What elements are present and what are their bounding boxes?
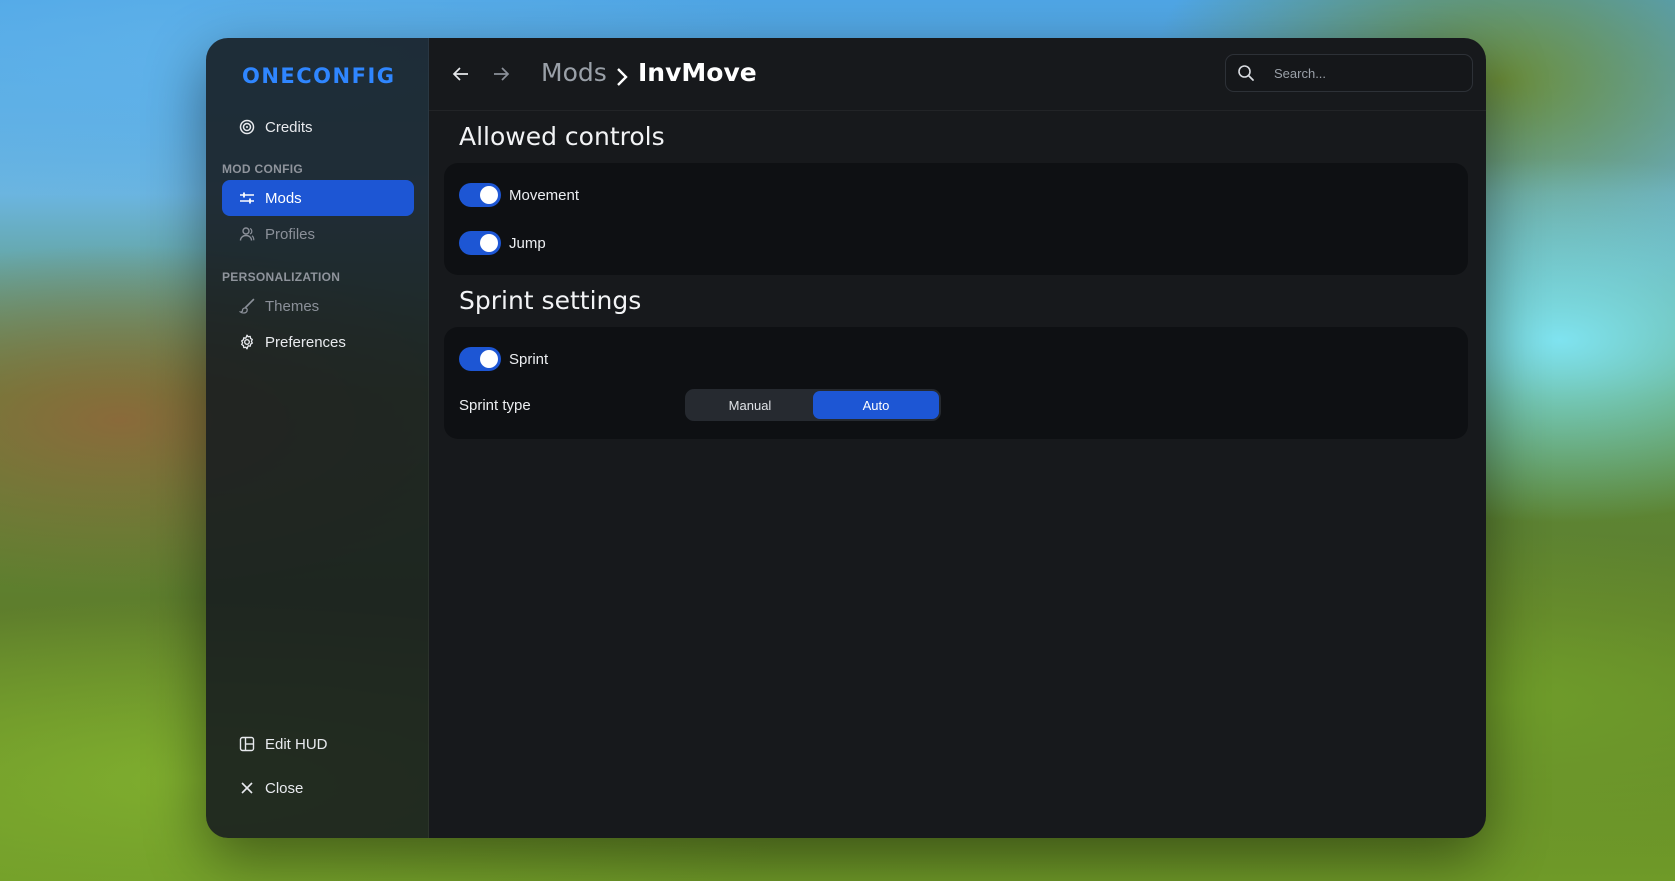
main-panel: Mods InvMove Allowed controls Movement J… [429, 38, 1486, 838]
arrow-right-icon [494, 67, 510, 81]
search-icon [1235, 62, 1257, 84]
user-icon [238, 225, 256, 243]
sprint-type-option-auto[interactable]: Auto [813, 391, 939, 419]
close-icon [238, 779, 256, 797]
toggle-row-movement: Movement [459, 183, 579, 207]
back-button[interactable] [449, 62, 473, 86]
sidebar-item-label: Edit HUD [265, 735, 328, 753]
topbar: Mods InvMove [429, 38, 1486, 111]
sidebar-item-themes[interactable]: Themes [222, 288, 414, 324]
section-label-personalization: PERSONALIZATION [222, 270, 341, 284]
sprint-type-option-manual[interactable]: Manual [687, 391, 813, 419]
arrow-left-icon [452, 67, 468, 81]
edit-hud-button[interactable]: Edit HUD [222, 726, 414, 762]
sidebar-item-preferences[interactable]: Preferences [222, 324, 414, 360]
toggle-label: Jump [509, 234, 546, 252]
chevron-right-icon [615, 64, 629, 93]
toggle-row-sprint: Sprint [459, 347, 548, 371]
oneconfig-logo: ONECONFIG [242, 64, 396, 88]
sidebar-item-label: Preferences [265, 333, 346, 351]
gear-icon [238, 333, 256, 351]
sidebar-item-profiles[interactable]: Profiles [222, 216, 414, 252]
toggle-label: Movement [509, 186, 580, 204]
forward-button[interactable] [489, 62, 513, 86]
breadcrumb-parent[interactable]: Mods [541, 58, 607, 87]
oneconfig-window: ONECONFIG Credits MOD CONFIG Mods Profil… [206, 38, 1486, 838]
sidebar-item-credits[interactable]: Credits [222, 109, 414, 145]
search-box [1225, 54, 1473, 92]
allowed-controls-card: Movement Jump [444, 163, 1468, 275]
sprint-toggle[interactable] [459, 347, 501, 371]
sprint-settings-title: Sprint settings [459, 286, 642, 315]
sidebar-item-label: Themes [265, 297, 320, 315]
sidebar: ONECONFIG Credits MOD CONFIG Mods Profil… [206, 38, 429, 838]
toggle-row-jump: Jump [459, 231, 546, 255]
breadcrumb-current: InvMove [638, 58, 757, 87]
movement-toggle[interactable] [459, 183, 501, 207]
search-input[interactable] [1272, 64, 1466, 82]
sliders-icon [238, 189, 256, 207]
jump-toggle[interactable] [459, 231, 501, 255]
sprint-type-selector: Manual Auto [685, 389, 941, 421]
allowed-controls-title: Allowed controls [459, 122, 665, 151]
sidebar-item-label: Close [265, 779, 304, 797]
sprint-type-label: Sprint type [459, 397, 531, 414]
toggle-label: Sprint [509, 350, 549, 368]
section-label-mod-config: MOD CONFIG [222, 162, 303, 176]
credits-icon [238, 118, 256, 136]
sidebar-item-label: Profiles [265, 225, 316, 243]
sprint-settings-card: Sprint Sprint type Manual Auto [444, 327, 1468, 439]
close-button[interactable]: Close [222, 770, 414, 806]
brush-icon [238, 297, 256, 315]
sidebar-item-label: Mods [265, 189, 302, 207]
layout-icon [238, 735, 256, 753]
sidebar-item-label: Credits [265, 118, 313, 136]
sidebar-item-mods[interactable]: Mods [222, 180, 414, 216]
